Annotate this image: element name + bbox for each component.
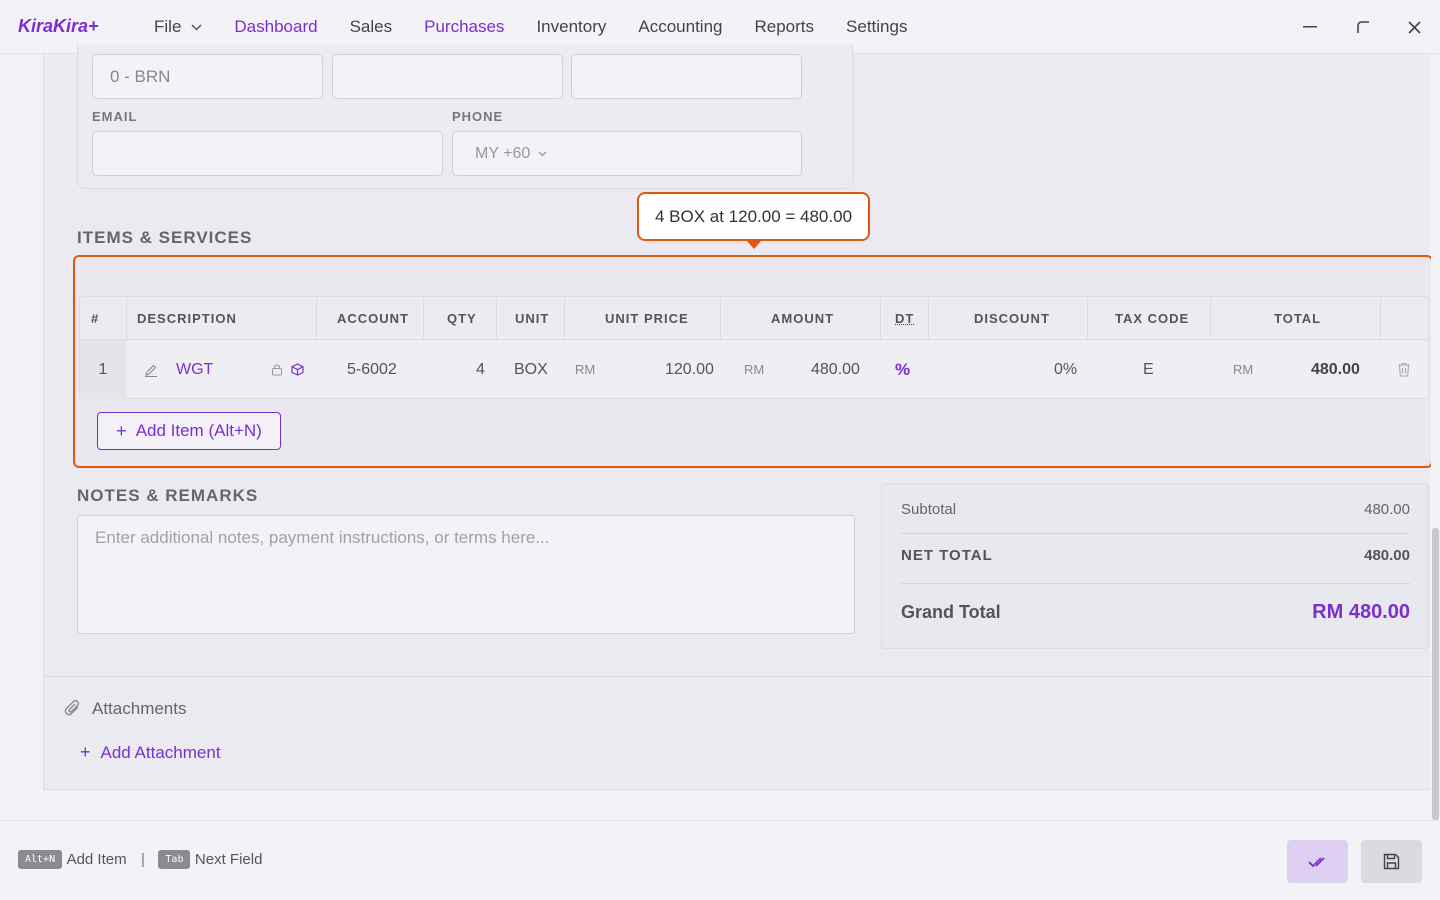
col-number-header: # — [91, 310, 100, 326]
tax-code-value[interactable]: E — [1143, 340, 1154, 399]
discount-type-toggle[interactable]: % — [895, 340, 910, 399]
grand-total-label: Grand Total — [901, 602, 1001, 622]
finalize-button[interactable] — [1287, 840, 1348, 883]
discount-value[interactable]: 0% — [1054, 340, 1077, 399]
items-table-container: # DESCRIPTION ACCOUNT QTY UNIT UNIT PRIC… — [73, 255, 1433, 468]
item-description[interactable]: WGT — [176, 340, 213, 399]
subtotal-value: 480.00 — [1364, 501, 1410, 518]
paperclip-icon — [64, 699, 82, 717]
tooltip-arrow — [747, 241, 761, 249]
scrollbar-thumb[interactable] — [1432, 528, 1439, 820]
totals-panel: Subtotal 480.00 NET TOTAL 480.00 Grand T… — [881, 483, 1429, 649]
shortcut-key-next-field: Tab — [158, 850, 191, 869]
amount-value: 480.00 — [811, 360, 860, 378]
phone-label: PHONE — [452, 109, 504, 124]
net-total-value: 480.00 — [1364, 547, 1410, 564]
chevron-down-icon — [191, 23, 202, 31]
tax-id-field[interactable] — [332, 54, 563, 99]
col-tax-code-header: TAX CODE — [1115, 310, 1190, 326]
grand-total-value: RM 480.00 — [1312, 601, 1410, 623]
menu-file-label: File — [154, 17, 182, 36]
add-attachment-label: Add Attachment — [100, 742, 221, 762]
close-icon[interactable] — [1401, 14, 1427, 40]
invoice-form: 0 - BRN EMAIL PHONE MY +60 ITEMS & SERVI… — [43, 44, 1433, 790]
col-qty-header: QTY — [447, 310, 477, 326]
col-account-header: ACCOUNT — [337, 310, 409, 326]
edit-icon[interactable] — [144, 340, 158, 399]
account-code[interactable]: 5-6002 — [347, 340, 397, 399]
save-button[interactable] — [1361, 840, 1422, 883]
line-calculation-tooltip: 4 BOX at 120.00 = 480.00 — [637, 192, 870, 241]
save-icon — [1383, 853, 1400, 870]
hint-separator: | — [141, 851, 145, 868]
unit-price-currency: RM — [575, 362, 596, 377]
app-logo: KiraKira+ — [18, 16, 99, 36]
qty-value[interactable]: 4 — [476, 340, 485, 399]
minimize-icon[interactable] — [1297, 14, 1323, 40]
double-check-icon — [1307, 856, 1328, 868]
phone-field[interactable]: MY +60 — [452, 131, 802, 176]
items-section-title: ITEMS & SERVICES — [77, 228, 253, 247]
table-row: 1 WGT 5-6002 4 BOX RM 120.00 RM 480.00 % — [80, 339, 1428, 399]
sst-field[interactable] — [571, 54, 802, 99]
line-total-value: 480.00 — [1311, 360, 1360, 378]
phone-country-code[interactable]: MY +60 — [475, 145, 530, 163]
net-total-label: NET TOTAL — [901, 547, 993, 564]
col-discount-header: DISCOUNT — [974, 310, 1050, 326]
amount-currency: RM — [744, 362, 765, 377]
add-item-label: Add Item (Alt+N) — [135, 421, 262, 440]
footer-bar: Alt+N Add Item | Tab Next Field — [0, 820, 1440, 900]
plus-icon: + — [116, 420, 127, 441]
attachments-title: Attachments — [92, 699, 187, 718]
shortcut-label-next-field: Next Field — [194, 851, 263, 868]
col-amount-header: AMOUNT — [771, 310, 835, 326]
keyboard-hints: Alt+N Add Item | Tab Next Field — [18, 850, 262, 869]
col-total-header: TOTAL — [1274, 310, 1322, 326]
maximize-icon[interactable] — [1350, 14, 1376, 40]
subtotal-label: Subtotal — [901, 501, 957, 518]
unit-value[interactable]: BOX — [514, 340, 548, 399]
unit-price-value[interactable]: 120.00 — [665, 340, 714, 399]
add-attachment-link[interactable]: + Add Attachment — [80, 742, 221, 763]
add-item-button[interactable]: + Add Item (Alt+N) — [97, 412, 281, 450]
col-discount-type-header[interactable]: DT — [895, 297, 914, 339]
notes-section-title: NOTES & REMARKS — [77, 486, 259, 505]
col-description-header: DESCRIPTION — [137, 310, 237, 326]
lock-icon — [271, 340, 283, 399]
col-unit-header: UNIT — [515, 310, 550, 326]
notes-textarea[interactable]: Enter additional notes, payment instruct… — [77, 515, 855, 634]
total-currency: RM — [1233, 362, 1254, 377]
plus-icon: + — [80, 742, 91, 762]
product-box-icon[interactable] — [291, 340, 304, 399]
email-label: EMAIL — [92, 109, 138, 124]
row-number: 1 — [80, 340, 126, 399]
items-table: # DESCRIPTION ACCOUNT QTY UNIT UNIT PRIC… — [79, 296, 1429, 399]
chevron-down-icon — [538, 151, 547, 157]
shortcut-label-add-item: Add Item — [66, 851, 127, 868]
email-field[interactable] — [92, 131, 443, 176]
brn-field[interactable]: 0 - BRN — [92, 54, 323, 99]
delete-row-icon[interactable] — [1397, 340, 1411, 399]
supplier-contact-panel: 0 - BRN EMAIL PHONE MY +60 — [77, 44, 853, 189]
shortcut-key-add-item: Alt+N — [18, 850, 63, 869]
col-unit-price-header: UNIT PRICE — [605, 310, 689, 326]
